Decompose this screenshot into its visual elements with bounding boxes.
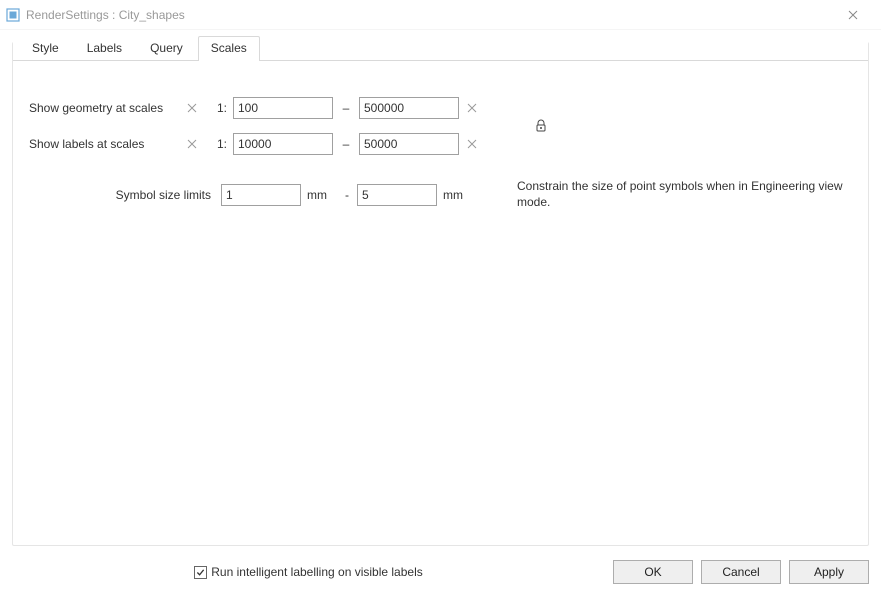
- clear-geometry-max-icon[interactable]: [465, 101, 479, 115]
- symbol-size-label: Symbol size limits: [29, 188, 215, 202]
- range-dash: –: [339, 137, 353, 151]
- lock-icon[interactable]: [525, 119, 852, 133]
- checkbox-icon: [194, 566, 207, 579]
- cancel-button[interactable]: Cancel: [701, 560, 781, 584]
- geometry-min-input[interactable]: [233, 97, 333, 119]
- ratio-prefix: 1:: [209, 137, 227, 151]
- window: RenderSettings : City_shapes Style Label…: [0, 0, 881, 600]
- tab-style[interactable]: Style: [19, 36, 72, 60]
- tab-body-scales: Show geometry at scales 1: – Show labels…: [13, 69, 868, 226]
- tab-label: Scales: [211, 41, 247, 55]
- app-icon: [6, 8, 20, 22]
- labels-min-input[interactable]: [233, 133, 333, 155]
- tab-query[interactable]: Query: [137, 36, 196, 60]
- button-label: Cancel: [722, 565, 759, 579]
- unit-mm: mm: [307, 188, 337, 202]
- tab-label: Style: [32, 41, 59, 55]
- apply-button[interactable]: Apply: [789, 560, 869, 584]
- ok-button[interactable]: OK: [613, 560, 693, 584]
- tab-label: Labels: [87, 41, 122, 55]
- window-title: RenderSettings : City_shapes: [26, 8, 185, 22]
- checkbox-label: Run intelligent labelling on visible lab…: [211, 565, 422, 579]
- range-hyphen: -: [343, 188, 351, 202]
- titlebar: RenderSettings : City_shapes: [0, 0, 881, 30]
- geometry-max-input[interactable]: [359, 97, 459, 119]
- intelligent-labelling-checkbox[interactable]: Run intelligent labelling on visible lab…: [194, 565, 422, 579]
- symbol-min-input[interactable]: [221, 184, 301, 206]
- symbol-max-input[interactable]: [357, 184, 437, 206]
- button-label: Apply: [814, 565, 844, 579]
- ratio-prefix: 1:: [209, 101, 227, 115]
- geometry-scales-label: Show geometry at scales: [29, 101, 179, 115]
- range-dash: –: [339, 101, 353, 115]
- labels-scales-label: Show labels at scales: [29, 137, 179, 151]
- clear-labels-max-icon[interactable]: [465, 137, 479, 151]
- tab-strip: Style Labels Query Scales: [13, 35, 868, 61]
- tab-panel: Style Labels Query Scales Show geometry …: [12, 42, 869, 546]
- unit-mm: mm: [443, 188, 473, 202]
- close-button[interactable]: [833, 0, 873, 30]
- dialog-footer: Run intelligent labelling on visible lab…: [12, 556, 869, 588]
- button-label: OK: [644, 565, 661, 579]
- symbol-hint: Constrain the size of point symbols when…: [513, 179, 852, 210]
- tab-labels[interactable]: Labels: [74, 36, 135, 60]
- labels-max-input[interactable]: [359, 133, 459, 155]
- tab-label: Query: [150, 41, 183, 55]
- clear-geometry-icon[interactable]: [185, 101, 199, 115]
- clear-labels-icon[interactable]: [185, 137, 199, 151]
- tab-scales[interactable]: Scales: [198, 36, 260, 60]
